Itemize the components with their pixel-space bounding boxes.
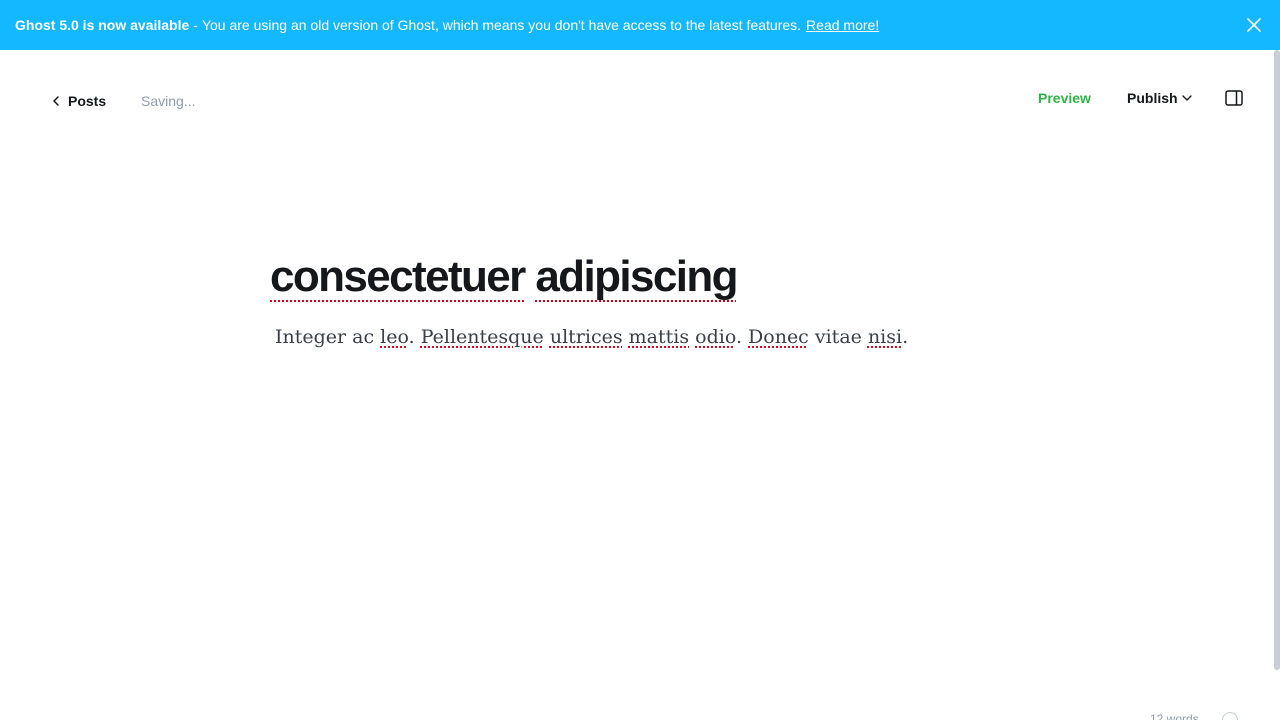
body-text-segment: . (736, 326, 748, 348)
body-text-segment: . (409, 326, 421, 348)
save-status: Saving... (141, 93, 195, 109)
preview-button[interactable]: Preview (1038, 90, 1091, 106)
misspelled-word: Pellentesque (421, 326, 544, 348)
back-to-posts-button[interactable]: Posts (52, 90, 106, 112)
back-label: Posts (68, 93, 106, 109)
chevron-down-icon (1182, 94, 1192, 102)
banner-headline: Ghost 5.0 is now available (15, 17, 189, 33)
misspelled-word: Donec (748, 326, 809, 348)
misspelled-word: nisi (868, 326, 902, 348)
misspelled-word: odio (695, 326, 736, 348)
post-title[interactable]: consectetuer adipiscing (270, 249, 737, 305)
help-icon[interactable] (1222, 712, 1238, 720)
banner-separator: - (193, 17, 198, 33)
publish-button[interactable]: Publish (1127, 90, 1192, 106)
chevron-left-icon (52, 96, 60, 106)
body-text-segment: vitae (809, 326, 868, 348)
read-more-link[interactable]: Read more! (806, 17, 879, 33)
banner-message: You are using an old version of Ghost, w… (202, 17, 801, 33)
close-icon[interactable] (1246, 17, 1262, 33)
title-word: consectetuer (270, 252, 525, 301)
sidebar-toggle-icon[interactable] (1225, 90, 1243, 106)
publish-label: Publish (1127, 90, 1178, 106)
misspelled-word: leo (380, 326, 408, 348)
title-word: adipiscing (535, 252, 737, 301)
body-text-segment: Integer ac (275, 326, 380, 348)
post-body[interactable]: Integer ac leo. Pellentesque ultrices ma… (275, 323, 908, 351)
misspelled-word: mattis (629, 326, 689, 348)
scrollbar[interactable] (1274, 50, 1280, 670)
upgrade-banner: Ghost 5.0 is now available - You are usi… (0, 0, 1280, 50)
misspelled-word: ultrices (550, 326, 623, 348)
word-count: 12 words (1150, 712, 1199, 720)
body-text-segment: . (902, 326, 908, 348)
